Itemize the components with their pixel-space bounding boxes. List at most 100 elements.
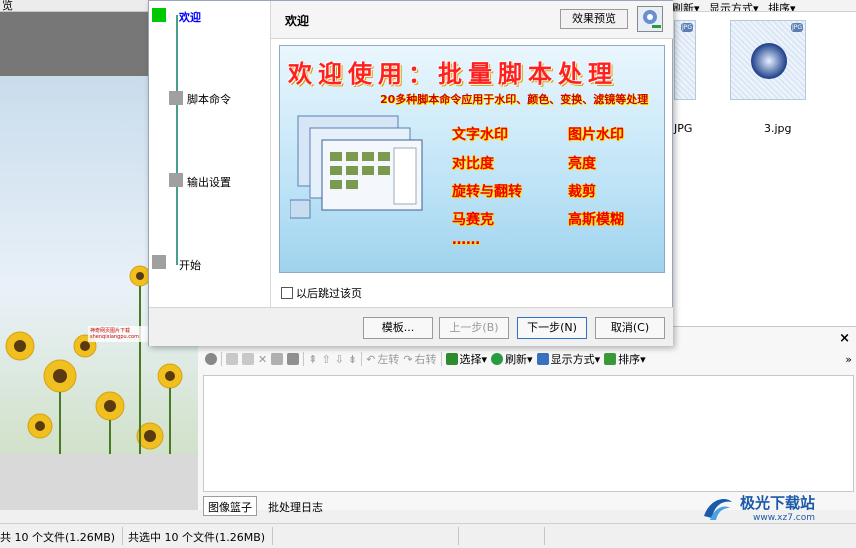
refresh-menu[interactable]: 刷新▾ <box>672 0 700 11</box>
rotate-right-button[interactable]: ↷ 右转 <box>403 351 436 367</box>
photo-watermark-line2: shenqixiangpu.com <box>90 334 139 340</box>
display-mode-menu[interactable]: 显示方式▾ <box>709 0 759 11</box>
feature-more: …… <box>452 232 480 248</box>
previous-button[interactable]: 上一步(B) <box>439 317 509 339</box>
grid-icon <box>536 353 549 365</box>
skip-page-checkbox[interactable]: 以后跳过该页 <box>281 285 362 301</box>
move-bottom-icon[interactable]: ⇟ <box>348 353 357 366</box>
separator <box>544 527 545 545</box>
more-icon[interactable]: » <box>845 353 852 366</box>
thumbnail-caption: 3.jpg <box>764 122 792 135</box>
step-welcome[interactable]: 欢迎 <box>179 9 201 25</box>
wizard-header: 欢迎 效果预览 <box>271 1 673 39</box>
move-up-icon[interactable]: ⇧ <box>321 353 330 366</box>
separator <box>303 352 305 366</box>
wizard-steps: 欢迎 脚本命令 输出设置 开始 <box>149 1 271 307</box>
template-button[interactable]: 模板... <box>363 317 433 339</box>
preview-footer <box>0 454 198 510</box>
feature-text-watermark: 文字水印 <box>452 127 508 143</box>
copy-icon[interactable] <box>242 353 254 365</box>
script-wizard-dialog: 欢迎 脚本命令 输出设置 开始 欢迎 效果预览 欢迎使用：批量脚本处理 20多种… <box>148 0 673 346</box>
separator <box>272 527 273 545</box>
feature-rotate-flip: 旋转与翻转 <box>452 184 522 200</box>
basket-tabs: 图像篮子 批处理日志 <box>203 496 328 516</box>
checkbox-icon <box>445 353 458 365</box>
next-button[interactable]: 下一步(N) <box>517 317 587 339</box>
add-icon[interactable] <box>226 353 238 365</box>
step-active-marker <box>152 8 166 22</box>
separator <box>440 352 442 366</box>
feature-image-watermark: 图片水印 <box>568 127 624 143</box>
sort-menu[interactable]: 排序▾ <box>604 351 646 367</box>
banner-title: 欢迎使用：批量脚本处理 <box>288 60 618 88</box>
rotate-right-icon: ↷ <box>403 352 413 366</box>
move-top-icon[interactable]: ⇞ <box>308 353 317 366</box>
separator <box>221 352 222 366</box>
feature-gaussian-blur: 高斯模糊 <box>568 212 624 228</box>
banner-subtitle: 20多种脚本命令应用于水印、颜色、变换、滤镜等处理 <box>380 93 649 106</box>
basket-toolbar: ✕ ⇞ ⇧ ⇩ ⇟ ↶ 左转 ↷ 右转 选择▾ 刷新▾ 显示方式▾ 排序▾ » <box>205 348 856 370</box>
page-title: 欢迎 <box>285 14 310 28</box>
jpg-badge: JPG <box>791 23 803 32</box>
move-down-icon[interactable]: ⇩ <box>335 353 344 366</box>
thumbnail-pane[interactable]: JPG JPG JPG 3.jpg <box>672 12 856 326</box>
watermark-brand: 极光下载站 <box>740 494 816 512</box>
steps-connector <box>176 15 178 265</box>
eye-icon[interactable] <box>205 353 217 365</box>
refresh-menu[interactable]: 刷新▾ <box>491 351 533 367</box>
trash-icon[interactable] <box>287 353 300 365</box>
step-start[interactable]: 开始 <box>179 257 201 273</box>
feature-mosaic: 马赛克 <box>452 212 494 228</box>
refresh-icon <box>491 353 504 365</box>
select-label: 选择▾ <box>459 353 488 366</box>
checkbox-box[interactable] <box>281 287 293 299</box>
watermark-url: www.xz7.com <box>753 513 816 523</box>
sort-icon <box>604 353 617 365</box>
photo-watermark: 神奇网页图片下载 shenqixiangpu.com <box>90 328 139 340</box>
separator <box>458 527 459 545</box>
tab-image-basket[interactable]: 图像篮子 <box>203 496 257 516</box>
welcome-banner: 欢迎使用：批量脚本处理 20多种脚本命令应用于水印、颜色、变换、滤镜等处理 文字… <box>279 45 665 273</box>
sort-label: 排序▾ <box>618 353 646 366</box>
effect-preview-button[interactable]: 效果预览 <box>560 9 628 29</box>
thumbnail-item[interactable]: JPG <box>730 20 806 100</box>
separator <box>361 352 363 366</box>
site-watermark: 极光下载站 www.xz7.com <box>700 492 815 523</box>
feature-brightness: 亮度 <box>568 156 596 172</box>
thumbnail-caption: JPG <box>674 122 693 135</box>
skip-page-label: 以后跳过该页 <box>296 287 362 300</box>
tab-batch-log[interactable]: 批处理日志 <box>263 496 328 516</box>
refresh-label: 刷新▾ <box>505 353 533 366</box>
jpg-badge: JPG <box>681 23 693 32</box>
feature-crop: 裁剪 <box>568 184 596 200</box>
cancel-button[interactable]: 取消(C) <box>595 317 665 339</box>
rotate-left-label: 左转 <box>377 353 400 366</box>
feature-contrast: 对比度 <box>452 156 494 172</box>
status-total: 共 10 个文件(1.26MB) <box>0 531 116 544</box>
display-label: 显示方式▾ <box>550 353 601 366</box>
step-marker <box>169 173 183 187</box>
close-icon[interactable]: × <box>839 331 850 346</box>
basket-list[interactable] <box>203 375 854 492</box>
aurora-logo-icon <box>704 498 732 520</box>
software-screenshots-image <box>290 115 423 219</box>
select-menu[interactable]: 选择▾ <box>445 351 488 367</box>
browser-toolbar: 刷新▾ 显示方式▾ 排序▾ <box>672 0 856 12</box>
separator <box>122 527 123 545</box>
status-selected: 共选中 10 个文件(1.26MB) <box>128 531 266 544</box>
preview-image-icon[interactable] <box>637 6 663 32</box>
step-output-settings[interactable]: 输出设置 <box>187 174 231 190</box>
rotate-left-icon: ↶ <box>366 352 376 366</box>
display-mode-menu[interactable]: 显示方式▾ <box>536 351 601 367</box>
status-bar: 共 10 个文件(1.26MB) 共选中 10 个文件(1.26MB) <box>0 523 856 548</box>
rotate-right-label: 右转 <box>414 353 437 366</box>
delete-icon[interactable]: ✕ <box>258 353 267 366</box>
wizard-footer: 模板... 上一步(B) 下一步(N) 取消(C) <box>149 307 673 346</box>
step-script-commands[interactable]: 脚本命令 <box>187 91 231 107</box>
clear-icon[interactable] <box>271 353 284 365</box>
step-marker <box>152 255 166 269</box>
sort-menu[interactable]: 排序▾ <box>768 0 796 11</box>
thumbnail-item[interactable]: JPG <box>674 20 696 100</box>
rotate-left-button[interactable]: ↶ 左转 <box>366 351 399 367</box>
moon-image <box>751 43 787 79</box>
